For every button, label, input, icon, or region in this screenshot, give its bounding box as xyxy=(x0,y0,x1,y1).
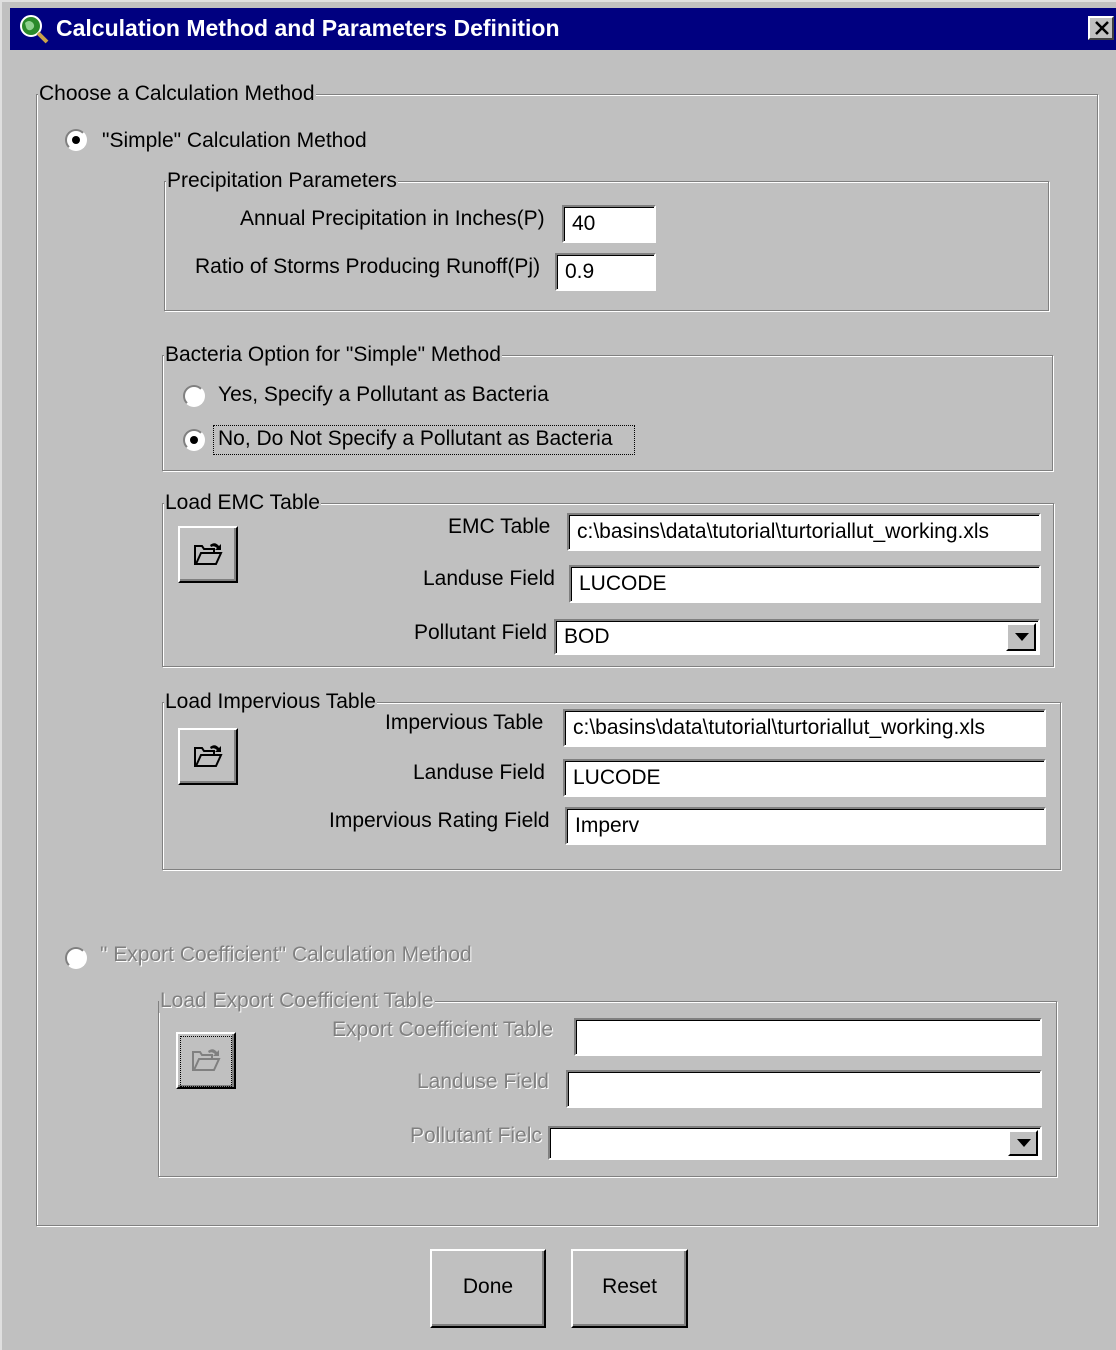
open-folder-icon xyxy=(194,543,223,565)
load-export-coefficient-button[interactable] xyxy=(176,1032,236,1089)
impervious-landuse-input[interactable]: LUCODE xyxy=(563,759,1046,797)
title-bar[interactable]: Calculation Method and Parameters Defini… xyxy=(10,8,1116,50)
precipitation-group xyxy=(164,181,1049,311)
open-folder-icon xyxy=(194,745,223,767)
window-title: Calculation Method and Parameters Defini… xyxy=(56,15,560,41)
done-button-label: Done xyxy=(462,1275,514,1298)
method-group-legend: Choose a Calculation Method xyxy=(38,82,316,106)
emc-landuse-value: LUCODE xyxy=(579,572,667,595)
precipitation-legend: Precipitation Parameters xyxy=(166,169,398,193)
storm-ratio-value: 0.9 xyxy=(565,260,595,283)
export-landuse-label: Landuse Field xyxy=(417,1070,549,1093)
annual-precip-value: 40 xyxy=(572,212,596,235)
annual-precip-input[interactable]: 40 xyxy=(562,205,656,243)
impervious-table-label: Impervious Table xyxy=(385,711,544,734)
emc-legend: Load EMC Table xyxy=(164,491,321,515)
reset-button[interactable]: Reset xyxy=(571,1249,688,1328)
impervious-landuse-value: LUCODE xyxy=(573,766,661,789)
emc-table-input[interactable]: c:\basins\data\tutorial\turtoriallut_wor… xyxy=(567,513,1041,551)
close-button[interactable] xyxy=(1088,16,1114,40)
emc-pollutant-value: BOD xyxy=(564,625,610,648)
emc-table-label: EMC Table xyxy=(448,515,551,538)
storm-ratio-label: Ratio of Storms Producing Runoff(Pj) xyxy=(195,255,541,278)
emc-table-value: c:\basins\data\tutorial\turtoriallut_wor… xyxy=(577,520,990,543)
simple-method-label: "Simple" Calculation Method xyxy=(102,129,367,152)
bacteria-yes-label: Yes, Specify a Pollutant as Bacteria xyxy=(218,383,549,406)
export-table-label: Export Coefficient Table xyxy=(332,1018,554,1041)
export-pollutant-dropdown-button[interactable] xyxy=(1008,1130,1038,1156)
impervious-rating-value: Imperv xyxy=(575,814,640,837)
annual-precip-label: Annual Precipitation in Inches(P) xyxy=(240,207,545,230)
emc-pollutant-dropdown-button[interactable] xyxy=(1006,623,1036,651)
export-landuse-input[interactable] xyxy=(566,1070,1042,1108)
impervious-table-value: c:\basins\data\tutorial\turtoriallut_wor… xyxy=(573,716,986,739)
open-folder-icon xyxy=(192,1049,221,1071)
emc-landuse-input[interactable]: LUCODE xyxy=(569,565,1041,603)
export-table-input[interactable] xyxy=(574,1018,1042,1056)
bacteria-legend: Bacteria Option for "Simple" Method xyxy=(164,343,502,367)
impervious-table-input[interactable]: c:\basins\data\tutorial\turtoriallut_wor… xyxy=(563,709,1046,747)
chevron-down-icon xyxy=(1017,1139,1031,1147)
export-method-radio[interactable] xyxy=(65,947,87,969)
simple-method-radio[interactable] xyxy=(65,129,87,151)
impervious-legend: Load Impervious Table xyxy=(164,690,377,714)
load-impervious-button[interactable] xyxy=(178,728,238,785)
export-pollutant-label: Pollutant Fielc xyxy=(410,1124,542,1147)
export-coefficient-legend: Load Export Coefficient Table xyxy=(159,989,435,1013)
chevron-down-icon xyxy=(1015,633,1029,641)
impervious-landuse-label: Landuse Field xyxy=(413,761,545,784)
bacteria-no-radio[interactable] xyxy=(183,429,205,451)
dialog-window: Calculation Method and Parameters Defini… xyxy=(0,0,1116,1350)
emc-pollutant-select[interactable]: BOD xyxy=(554,619,1040,655)
load-emc-button[interactable] xyxy=(178,526,238,583)
export-method-label: " Export Coefficient" Calculation Method xyxy=(100,943,472,966)
export-pollutant-select[interactable] xyxy=(548,1126,1042,1160)
storm-ratio-input[interactable]: 0.9 xyxy=(555,253,656,291)
bacteria-yes-radio[interactable] xyxy=(183,385,205,407)
close-icon xyxy=(1095,21,1109,35)
done-button[interactable]: Done xyxy=(430,1249,546,1328)
bacteria-no-label: No, Do Not Specify a Pollutant as Bacter… xyxy=(218,427,613,450)
impervious-rating-label: Impervious Rating Field xyxy=(329,809,550,832)
emc-landuse-label: Landuse Field xyxy=(423,567,555,590)
globe-magnifier-icon xyxy=(20,15,49,44)
reset-button-label: Reset xyxy=(602,1275,657,1298)
impervious-rating-input[interactable]: Imperv xyxy=(565,807,1046,845)
emc-pollutant-label: Pollutant Field xyxy=(414,621,548,644)
